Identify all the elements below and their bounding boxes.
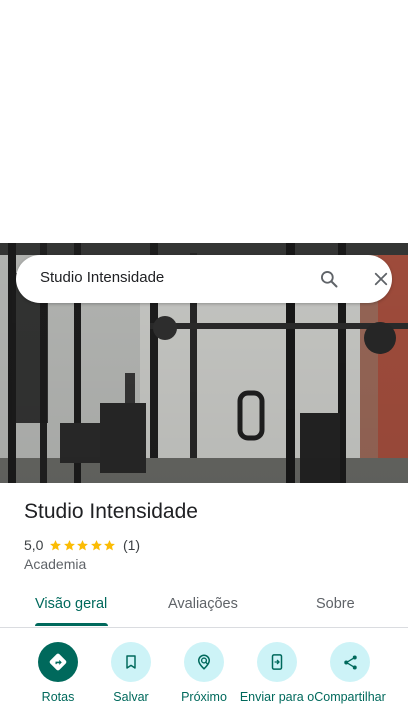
star-icon	[77, 539, 89, 550]
search-bar[interactable]: Studio Intensidade	[16, 255, 392, 303]
search-query[interactable]: Studio Intensidade	[40, 269, 164, 286]
directions-icon[interactable]	[38, 642, 78, 682]
save-button[interactable]: Salvar	[91, 640, 171, 726]
share-button[interactable]: Compartilhar	[310, 640, 390, 726]
map-blank-area	[0, 0, 408, 243]
rating-stars	[49, 539, 117, 552]
share-label: Compartilhar	[314, 690, 386, 704]
send-to-phone-icon[interactable]	[257, 642, 297, 682]
send-to-phone-label: Enviar para o	[239, 690, 315, 704]
search-icon[interactable]	[314, 265, 344, 293]
nearby-icon[interactable]	[184, 642, 224, 682]
review-count: (1)	[122, 537, 141, 553]
place-title: Studio Intensidade	[24, 500, 198, 523]
bookmark-icon[interactable]	[111, 642, 151, 682]
close-icon[interactable]	[366, 265, 396, 293]
directions-button[interactable]: Rotas	[18, 640, 98, 726]
star-icon	[64, 539, 75, 550]
place-category: Academia	[24, 556, 87, 572]
action-buttons-row: Rotas Salvar Próximo Enviar para o Compa…	[0, 640, 408, 726]
send-to-phone-button[interactable]: Enviar para o	[237, 640, 317, 726]
save-label: Salvar	[113, 690, 149, 704]
tab-bar: Visão geral Avaliações Sobre	[0, 588, 408, 628]
star-icon	[104, 539, 116, 550]
tab-reviews[interactable]: Avaliações	[168, 596, 238, 612]
star-icon	[91, 539, 102, 550]
nearby-button[interactable]: Próximo	[164, 640, 244, 726]
rating-value: 5,0	[24, 537, 44, 553]
active-tab-indicator	[35, 623, 108, 626]
nearby-label: Próximo	[181, 690, 227, 704]
tab-about[interactable]: Sobre	[316, 596, 355, 612]
star-icon	[50, 539, 62, 550]
share-icon[interactable]	[330, 642, 370, 682]
directions-label: Rotas	[41, 690, 75, 704]
tab-overview[interactable]: Visão geral	[35, 596, 107, 612]
rating-row[interactable]: 5,0 (1)	[24, 536, 140, 554]
